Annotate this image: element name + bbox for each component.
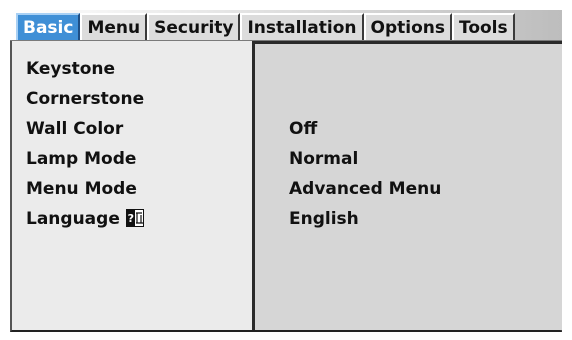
tab-menu[interactable]: Menu: [80, 13, 148, 40]
menu-item-language[interactable]: Language ?: [26, 209, 144, 229]
projector-menu: Basic Menu Security Installation Options…: [10, 10, 562, 332]
svg-text:?: ?: [127, 212, 133, 225]
menu-item-lamp-mode[interactable]: Lamp Mode: [26, 149, 136, 169]
tab-bar: Basic Menu Security Installation Options…: [10, 10, 562, 41]
menu-item-cornerstone[interactable]: Cornerstone: [26, 89, 144, 109]
tab-tools[interactable]: Tools: [451, 13, 515, 40]
wall-color-value: Off: [289, 119, 318, 139]
lamp-mode-value: Normal: [289, 149, 359, 169]
menu-item-keystone[interactable]: Keystone: [26, 59, 115, 79]
menu-mode-value: Advanced Menu: [289, 179, 442, 199]
menu-item-wall-color[interactable]: Wall Color: [26, 119, 123, 139]
menu-items-column: Keystone Cornerstone Wall Color Lamp Mod…: [12, 41, 252, 330]
menu-values-column: Off Normal Advanced Menu English: [252, 41, 562, 330]
language-icon: ?: [125, 209, 144, 227]
menu-panel: Keystone Cornerstone Wall Color Lamp Mod…: [10, 41, 562, 332]
tab-options[interactable]: Options: [363, 13, 452, 40]
tab-installation[interactable]: Installation: [240, 13, 364, 40]
menu-item-menu-mode[interactable]: Menu Mode: [26, 179, 137, 199]
tab-security[interactable]: Security: [147, 13, 241, 40]
tab-basic[interactable]: Basic: [16, 13, 81, 40]
language-value: English: [289, 209, 359, 229]
menu-item-language-label: Language: [26, 209, 120, 229]
